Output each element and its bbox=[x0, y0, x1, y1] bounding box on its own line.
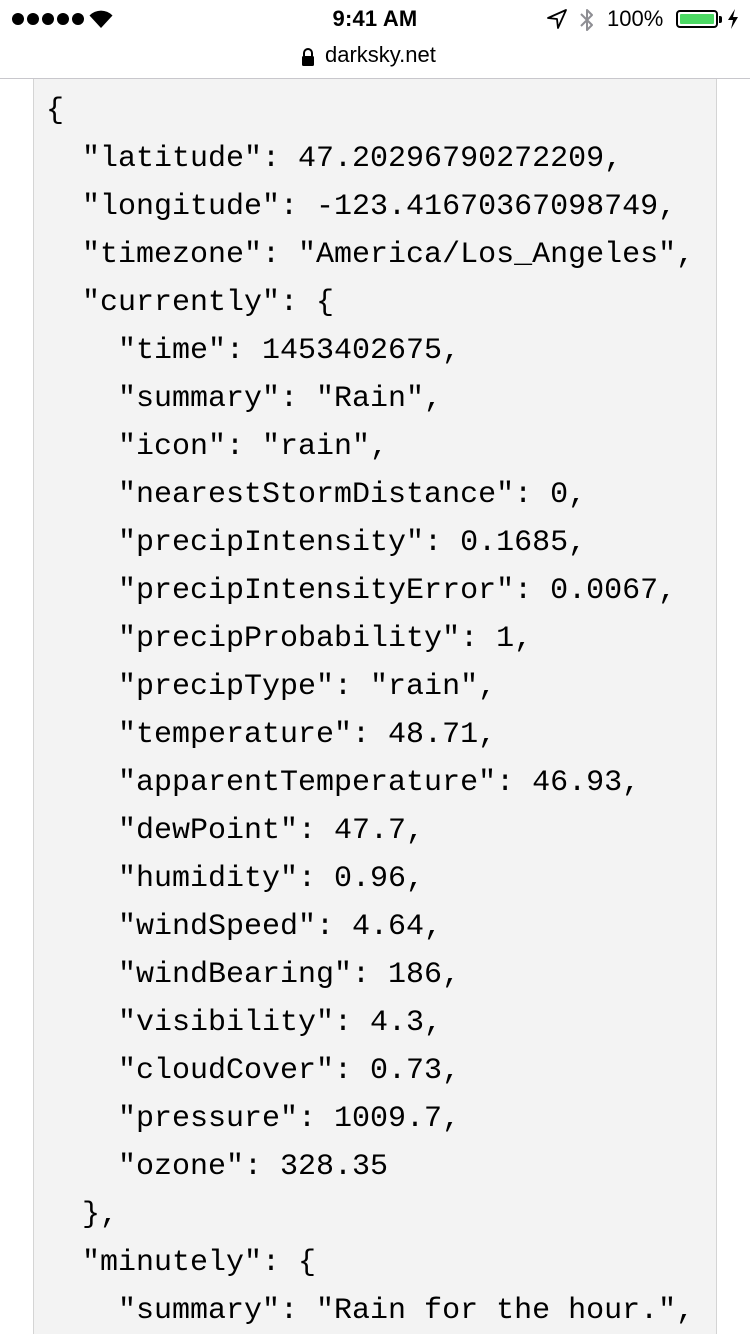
battery-fill bbox=[680, 14, 714, 24]
lock-icon bbox=[302, 48, 314, 66]
json-code-block: { "latitude": 47.20296790272209, "longit… bbox=[33, 79, 717, 1334]
code-line: { bbox=[46, 94, 65, 128]
code-line: "precipType": "rain", bbox=[46, 670, 497, 704]
code-line: "windSpeed": 4.64, bbox=[46, 910, 443, 944]
code-line: "apparentTemperature": 46.93, bbox=[46, 766, 641, 800]
url-text[interactable]: darksky.net bbox=[325, 42, 436, 68]
bluetooth-icon bbox=[580, 9, 593, 31]
code-line: "currently": { bbox=[46, 286, 335, 320]
code-line: "nearestStormDistance": 0, bbox=[46, 478, 587, 512]
code-line: "precipProbability": 1, bbox=[46, 622, 533, 656]
code-line: "summary": "Rain for the hour.", bbox=[46, 1294, 695, 1328]
code-line: "longitude": -123.41670367098749, bbox=[46, 190, 677, 224]
code-line: "summary": "Rain", bbox=[46, 382, 443, 416]
status-bar: 9:41 AM 100% bbox=[0, 0, 750, 40]
code-line: "humidity": 0.96, bbox=[46, 862, 425, 896]
address-bar[interactable]: darksky.net bbox=[0, 38, 750, 78]
code-line: "windBearing": 186, bbox=[46, 958, 461, 992]
code-line: "time": 1453402675, bbox=[46, 334, 461, 368]
code-line: "precipIntensityError": 0.0067, bbox=[46, 574, 677, 608]
code-line: "precipIntensity": 0.1685, bbox=[46, 526, 587, 560]
code-line: "temperature": 48.71, bbox=[46, 718, 497, 752]
code-line: "visibility": 4.3, bbox=[46, 1006, 443, 1040]
code-line: "pressure": 1009.7, bbox=[46, 1102, 461, 1136]
code-line: }, bbox=[46, 1198, 119, 1232]
location-arrow-icon bbox=[547, 9, 567, 29]
code-line: "timezone": "America/Los_Angeles", bbox=[46, 238, 695, 272]
code-line: "cloudCover": 0.73, bbox=[46, 1054, 461, 1088]
code-lines: { "latitude": 47.20296790272209, "longit… bbox=[46, 87, 694, 1335]
code-line: "dewPoint": 47.7, bbox=[46, 814, 425, 848]
battery-icon bbox=[676, 10, 722, 28]
code-line: "minutely": { bbox=[46, 1246, 317, 1280]
battery-percent: 100% bbox=[607, 6, 664, 31]
code-line: "ozone": 328.35 bbox=[46, 1150, 389, 1184]
code-line: "icon": "rain", bbox=[46, 430, 389, 464]
charging-bolt-icon bbox=[728, 9, 738, 29]
code-line: "latitude": 47.20296790272209, bbox=[46, 142, 623, 176]
